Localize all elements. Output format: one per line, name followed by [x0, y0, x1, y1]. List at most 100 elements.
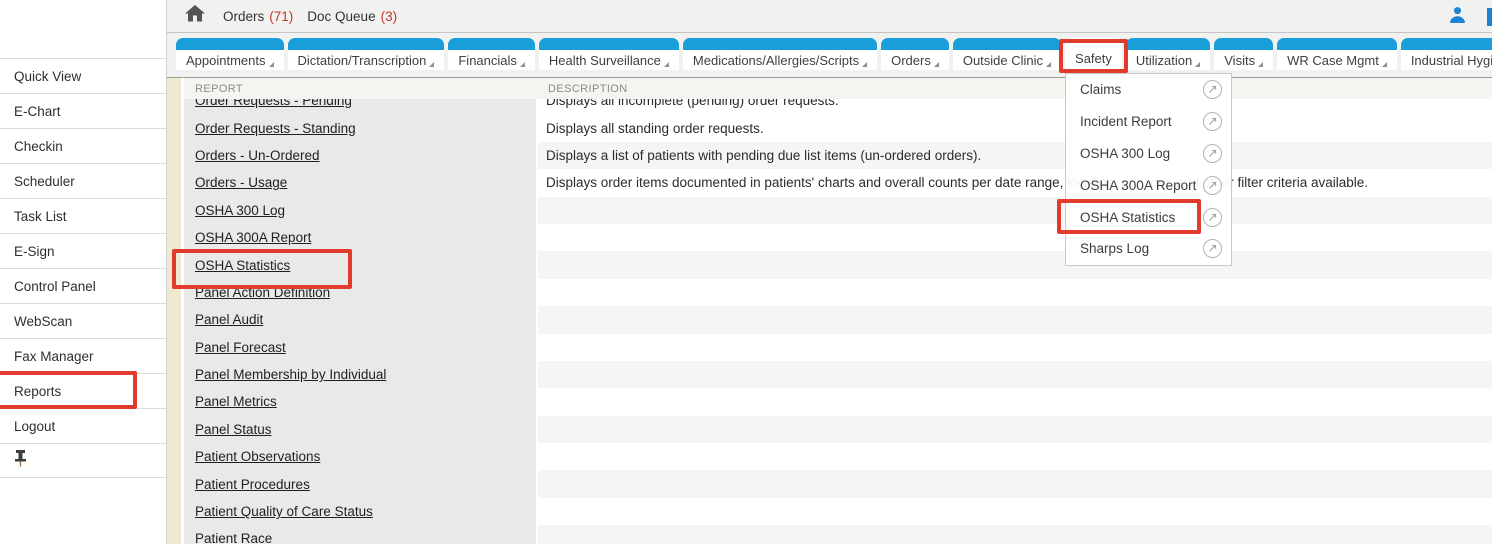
- tab-wr-case-mgmt[interactable]: WR Case Mgmt: [1277, 38, 1397, 70]
- tab-safety[interactable]: Safety: [1065, 38, 1122, 78]
- nav-tab-count: (71): [269, 9, 293, 24]
- report-cell: Panel Membership by Individual: [184, 361, 538, 388]
- menu-item-label: Incident Report: [1080, 114, 1203, 129]
- report-link-orders-usage[interactable]: Orders - Usage: [195, 175, 287, 190]
- menu-item-incident-report[interactable]: Incident Report↗: [1066, 106, 1231, 138]
- sidebar-item-label: Scheduler: [14, 174, 75, 189]
- tab-label-wrap: Health Surveillance: [539, 50, 679, 70]
- report-link-patient-race[interactable]: Patient Race: [195, 531, 272, 544]
- home-button[interactable]: [185, 5, 205, 27]
- nav-tab-doc-queue[interactable]: Doc Queue (3): [307, 9, 397, 24]
- report-link-orders-un-ordered[interactable]: Orders - Un-Ordered: [195, 148, 320, 163]
- sidebar-item-e-chart[interactable]: E-Chart: [0, 93, 166, 128]
- report-link-panel-membership-by-individual[interactable]: Panel Membership by Individual: [195, 367, 386, 382]
- report-link-panel-audit[interactable]: Panel Audit: [195, 312, 263, 327]
- open-report-icon[interactable]: ↗: [1203, 112, 1222, 131]
- report-link-osha-statistics[interactable]: OSHA Statistics: [195, 258, 290, 273]
- column-header-report: REPORT: [184, 83, 540, 95]
- tab-orders[interactable]: Orders: [881, 38, 949, 70]
- sidebar-item-label: Fax Manager: [14, 349, 94, 364]
- report-link-panel-status[interactable]: Panel Status: [195, 422, 272, 437]
- table-row: Patient Observations: [184, 443, 1492, 470]
- dropdown-corner-icon: [1258, 62, 1263, 67]
- tab-label-wrap: Orders: [881, 50, 949, 70]
- sidebar-item-e-sign[interactable]: E-Sign: [0, 233, 166, 268]
- tab-outside-clinic[interactable]: Outside Clinic: [953, 38, 1061, 70]
- sidebar-item-label: E-Chart: [14, 104, 61, 119]
- user-icon[interactable]: [1449, 6, 1466, 28]
- report-cell: Panel Forecast: [184, 334, 538, 361]
- description-cell: Displays order items documented in patie…: [538, 169, 1492, 196]
- menu-item-sharps-log[interactable]: Sharps Log↗: [1066, 233, 1231, 265]
- sidebar-pin-button[interactable]: [0, 443, 166, 478]
- tab-accent-strip: [1401, 38, 1492, 50]
- menu-item-osha-statistics[interactable]: OSHA Statistics↗: [1066, 201, 1231, 233]
- tab-accent-strip: [1126, 38, 1210, 50]
- tab-industrial-hygiene[interactable]: Industrial Hygiene: [1401, 38, 1492, 70]
- report-link-osha-300a-report[interactable]: OSHA 300A Report: [195, 230, 311, 245]
- report-link-panel-metrics[interactable]: Panel Metrics: [195, 394, 277, 409]
- description-cell: [538, 224, 1492, 251]
- table-row: Panel Action Definition: [184, 279, 1492, 306]
- tab-accent-strip: [1277, 38, 1397, 50]
- report-cell: Patient Procedures: [184, 470, 538, 497]
- sidebar-item-reports[interactable]: Reports: [0, 373, 166, 408]
- sidebar-item-scheduler[interactable]: Scheduler: [0, 163, 166, 198]
- report-link-patient-procedures[interactable]: Patient Procedures: [195, 477, 310, 492]
- safety-dropdown-menu: Claims↗Incident Report↗OSHA 300 Log↗OSHA…: [1065, 73, 1232, 266]
- table-row: Patient Race: [184, 525, 1492, 544]
- tab-medications-allergies-scripts[interactable]: Medications/Allergies/Scripts: [683, 38, 877, 70]
- menu-item-osha-300a-report[interactable]: OSHA 300A Report↗: [1066, 169, 1231, 201]
- menu-item-label: Claims: [1080, 82, 1203, 97]
- sidebar-item-control-panel[interactable]: Control Panel: [0, 268, 166, 303]
- tab-label: Outside Clinic: [963, 53, 1043, 68]
- tab-health-surveillance[interactable]: Health Surveillance: [539, 38, 679, 70]
- open-report-icon[interactable]: ↗: [1203, 80, 1222, 99]
- description-cell: [538, 197, 1492, 224]
- sidebar-item-webscan[interactable]: WebScan: [0, 303, 166, 338]
- open-report-icon[interactable]: ↗: [1203, 208, 1222, 227]
- open-report-icon[interactable]: ↗: [1203, 176, 1222, 195]
- sidebar-item-label: Logout: [14, 419, 55, 434]
- sidebar-item-label: Reports: [14, 384, 61, 399]
- report-link-patient-observations[interactable]: Patient Observations: [195, 449, 320, 464]
- dropdown-corner-icon: [1046, 62, 1051, 67]
- report-cell: Panel Audit: [184, 306, 538, 333]
- report-link-osha-300-log[interactable]: OSHA 300 Log: [195, 203, 285, 218]
- report-link-order-requests-standing[interactable]: Order Requests - Standing: [195, 121, 356, 136]
- tab-accent-strip: [176, 38, 284, 50]
- menu-item-osha-300-log[interactable]: OSHA 300 Log↗: [1066, 138, 1231, 170]
- sidebar-item-quick-view[interactable]: Quick View: [0, 58, 166, 93]
- tab-utilization[interactable]: Utilization: [1126, 38, 1210, 70]
- nav-tab-orders[interactable]: Orders (71): [223, 9, 293, 24]
- tab-label: Appointments: [186, 53, 266, 68]
- tab-accent-strip: [953, 38, 1061, 50]
- sidebar-item-label: E-Sign: [14, 244, 55, 259]
- table-row: Order Requests - Standing Displays all st…: [184, 114, 1492, 141]
- sidebar-item-task-list[interactable]: Task List: [0, 198, 166, 233]
- tab-label-wrap: Safety: [1065, 38, 1122, 78]
- sidebar-item-fax-manager[interactable]: Fax Manager: [0, 338, 166, 373]
- report-link-patient-quality-of-care-status[interactable]: Patient Quality of Care Status: [195, 504, 373, 519]
- tab-dictation-transcription[interactable]: Dictation/Transcription: [288, 38, 445, 70]
- description-cell: [538, 334, 1492, 361]
- tab-appointments[interactable]: Appointments: [176, 38, 284, 70]
- menu-item-claims[interactable]: Claims↗: [1066, 74, 1231, 106]
- description-cell: Displays all standing order requests.: [538, 114, 1492, 141]
- report-cell: OSHA Statistics: [184, 251, 538, 278]
- report-link-panel-action-definition[interactable]: Panel Action Definition: [195, 285, 330, 300]
- sidebar-item-checkin[interactable]: Checkin: [0, 128, 166, 163]
- open-report-icon[interactable]: ↗: [1203, 239, 1222, 258]
- tab-label-wrap: Utilization: [1126, 50, 1210, 70]
- table-row: Panel Status: [184, 416, 1492, 443]
- clipped-user-label: [1487, 8, 1492, 26]
- tab-label: Financials: [458, 53, 517, 68]
- table-row: OSHA 300A Report: [184, 224, 1492, 251]
- description-cell: Displays a list of patients with pending…: [538, 142, 1492, 169]
- open-report-icon[interactable]: ↗: [1203, 144, 1222, 163]
- tab-visits[interactable]: Visits: [1214, 38, 1273, 70]
- tab-financials[interactable]: Financials: [448, 38, 535, 70]
- sidebar-item-logout[interactable]: Logout: [0, 408, 166, 443]
- tab-label: Safety: [1075, 51, 1112, 66]
- report-link-panel-forecast[interactable]: Panel Forecast: [195, 340, 286, 355]
